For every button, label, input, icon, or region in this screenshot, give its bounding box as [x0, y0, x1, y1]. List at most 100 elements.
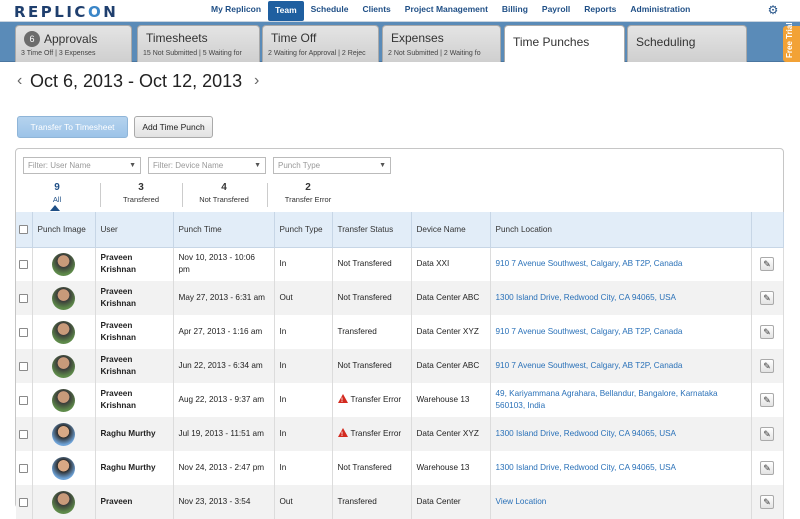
nav-administration[interactable]: Administration: [623, 0, 697, 20]
tab-label: Time Punches: [513, 35, 590, 49]
row-checkbox[interactable]: [19, 361, 29, 371]
edit-pencil-icon[interactable]: ✎: [760, 325, 774, 339]
punch-image-avatar[interactable]: [52, 456, 75, 480]
chevron-down-icon: ▼: [254, 162, 261, 169]
table-row: Praveen Krishnan Nov 10, 2013 - 10:06 pm…: [16, 247, 784, 281]
table-row: Raghu Murthy Nov 24, 2013 - 2:47 pm In N…: [16, 451, 784, 485]
prev-week-icon[interactable]: ‹: [17, 72, 22, 90]
punch-image-avatar[interactable]: [52, 490, 75, 514]
module-tabs: 6 Approvals 3 Time Off | 3 Expenses Times…: [0, 22, 800, 63]
nav-project-management[interactable]: Project Management: [398, 0, 495, 20]
column-punch-image[interactable]: Punch Image: [32, 212, 96, 248]
row-punch-location-link[interactable]: 49, Kariyammana Agrahara, Bellandur, Ban…: [490, 383, 752, 417]
row-punch-type: In: [274, 417, 333, 451]
row-checkbox[interactable]: [19, 293, 29, 303]
select-all-checkbox[interactable]: [19, 224, 29, 234]
row-punch-type: In: [274, 349, 333, 383]
nav-reports[interactable]: Reports: [577, 0, 623, 20]
nav-schedule[interactable]: Schedule: [304, 0, 356, 20]
tab-timesheets[interactable]: Timesheets 15 Not Submitted | 5 Waiting …: [137, 25, 260, 62]
column-punch-time[interactable]: Punch Time: [173, 212, 275, 248]
row-punch-type: In: [274, 247, 333, 281]
table-row: Praveen Krishnan May 27, 2013 - 6:31 am …: [16, 281, 784, 315]
nav-my-replicon[interactable]: My Replicon: [204, 0, 268, 20]
row-punch-location-link[interactable]: 910 7 Avenue Southwest, Calgary, AB T2P,…: [490, 247, 752, 281]
table-row: Praveen Krishnan Aug 22, 2013 - 9:37 am …: [16, 383, 784, 417]
row-punch-time: May 27, 2013 - 6:31 am: [173, 281, 275, 315]
approvals-count-badge: 6: [24, 31, 40, 47]
tab-label: Expenses: [391, 31, 444, 45]
tab-time-punches[interactable]: Time Punches: [504, 25, 625, 63]
row-user: Praveen Krishnan: [95, 247, 174, 281]
next-week-icon[interactable]: ›: [254, 72, 259, 90]
column-user[interactable]: User: [95, 212, 174, 248]
row-punch-location-link[interactable]: 1300 Island Drive, Redwood City, CA 9406…: [490, 417, 752, 451]
punch-image-avatar[interactable]: [52, 354, 75, 378]
column-transfer-status[interactable]: Transfer Status: [332, 212, 412, 248]
count-transfer-error[interactable]: 2 Transfer Error: [268, 182, 348, 204]
edit-pencil-icon[interactable]: ✎: [760, 495, 774, 509]
tab-subtitle: 2 Not Submitted | 2 Waiting fo: [388, 50, 481, 57]
tab-scheduling[interactable]: Scheduling: [627, 25, 747, 62]
row-user: Praveen: [95, 485, 174, 519]
row-punch-time: Nov 24, 2013 - 2:47 pm: [173, 451, 275, 485]
row-checkbox[interactable]: [19, 327, 29, 337]
tab-time-off[interactable]: Time Off 2 Waiting for Approval | 2 Reje…: [262, 25, 379, 62]
count-all[interactable]: 9 All: [17, 182, 97, 204]
nav-billing[interactable]: Billing: [495, 0, 535, 20]
punch-image-avatar[interactable]: [52, 388, 75, 412]
table-row: Raghu Murthy Jul 19, 2013 - 11:51 am In …: [16, 417, 784, 451]
row-transfer-status: Not Transfered: [332, 451, 412, 485]
edit-pencil-icon[interactable]: ✎: [760, 257, 774, 272]
tab-label: Scheduling: [636, 35, 696, 49]
row-device-name: Warehouse 13: [411, 383, 491, 417]
gear-icon[interactable]: ⚙: [766, 3, 780, 17]
main-nav: My Replicon Team Schedule Clients Projec…: [204, 0, 697, 22]
count-not-transfered[interactable]: 4 Not Transfered: [184, 182, 264, 204]
punch-type-filter[interactable]: Punch Type ▼: [273, 157, 391, 174]
punch-image-avatar[interactable]: [52, 422, 75, 446]
row-punch-location-link[interactable]: 910 7 Avenue Southwest, Calgary, AB T2P,…: [490, 315, 752, 349]
transfer-to-timesheet-button[interactable]: Transfer To Timesheet: [17, 116, 128, 138]
row-checkbox[interactable]: [19, 463, 29, 473]
punch-image-avatar[interactable]: [52, 286, 75, 310]
row-checkbox[interactable]: [19, 429, 29, 439]
row-checkbox[interactable]: [19, 497, 29, 507]
table-header-row: Punch Image User Punch Time Punch Type T…: [16, 212, 784, 248]
replicon-logo[interactable]: REPLICON: [14, 3, 118, 21]
device-name-filter[interactable]: Filter: Device Name ▼: [148, 157, 266, 174]
add-time-punch-button[interactable]: Add Time Punch: [134, 116, 213, 138]
row-punch-location-link[interactable]: 1300 Island Drive, Redwood City, CA 9406…: [490, 281, 752, 315]
row-punch-time: Nov 10, 2013 - 10:06 pm: [173, 247, 275, 281]
count-transfered[interactable]: 3 Transfered: [101, 182, 181, 204]
edit-pencil-icon[interactable]: ✎: [760, 359, 774, 373]
row-checkbox[interactable]: [19, 259, 29, 269]
row-checkbox[interactable]: [19, 395, 29, 405]
edit-pencil-icon[interactable]: ✎: [760, 461, 774, 475]
chevron-down-icon: ▼: [129, 162, 136, 169]
edit-pencil-icon[interactable]: ✎: [760, 393, 774, 407]
row-punch-location-link[interactable]: 1300 Island Drive, Redwood City, CA 9406…: [490, 451, 752, 485]
column-punch-type[interactable]: Punch Type: [274, 212, 333, 248]
tab-approvals[interactable]: 6 Approvals 3 Time Off | 3 Expenses: [15, 25, 132, 62]
nav-clients[interactable]: Clients: [355, 0, 397, 20]
row-punch-time: Jul 19, 2013 - 11:51 am: [173, 417, 275, 451]
row-punch-location-link[interactable]: View Location: [490, 485, 752, 519]
row-transfer-status: Transfered: [332, 485, 412, 519]
count-divider: [182, 183, 183, 207]
nav-payroll[interactable]: Payroll: [535, 0, 577, 20]
free-trial-tab[interactable]: Free Trial: [783, 22, 800, 62]
row-punch-location-link[interactable]: 910 7 Avenue Southwest, Calgary, AB T2P,…: [490, 349, 752, 383]
tab-label: Time Off: [271, 31, 317, 45]
row-user: Raghu Murthy: [95, 417, 174, 451]
time-punch-panel: Filter: User Name ▼ Filter: Device Name ▼ …: [15, 148, 784, 519]
tab-expenses[interactable]: Expenses 2 Not Submitted | 2 Waiting fo: [382, 25, 501, 62]
punch-image-avatar[interactable]: [52, 252, 75, 276]
punch-image-avatar[interactable]: [52, 320, 75, 344]
edit-pencil-icon[interactable]: ✎: [760, 291, 774, 305]
column-device-name[interactable]: Device Name: [411, 212, 491, 248]
user-name-filter[interactable]: Filter: User Name ▼: [23, 157, 141, 174]
nav-team[interactable]: Team: [268, 1, 304, 21]
column-punch-location[interactable]: Punch Location: [490, 212, 752, 248]
edit-pencil-icon[interactable]: ✎: [760, 427, 774, 441]
